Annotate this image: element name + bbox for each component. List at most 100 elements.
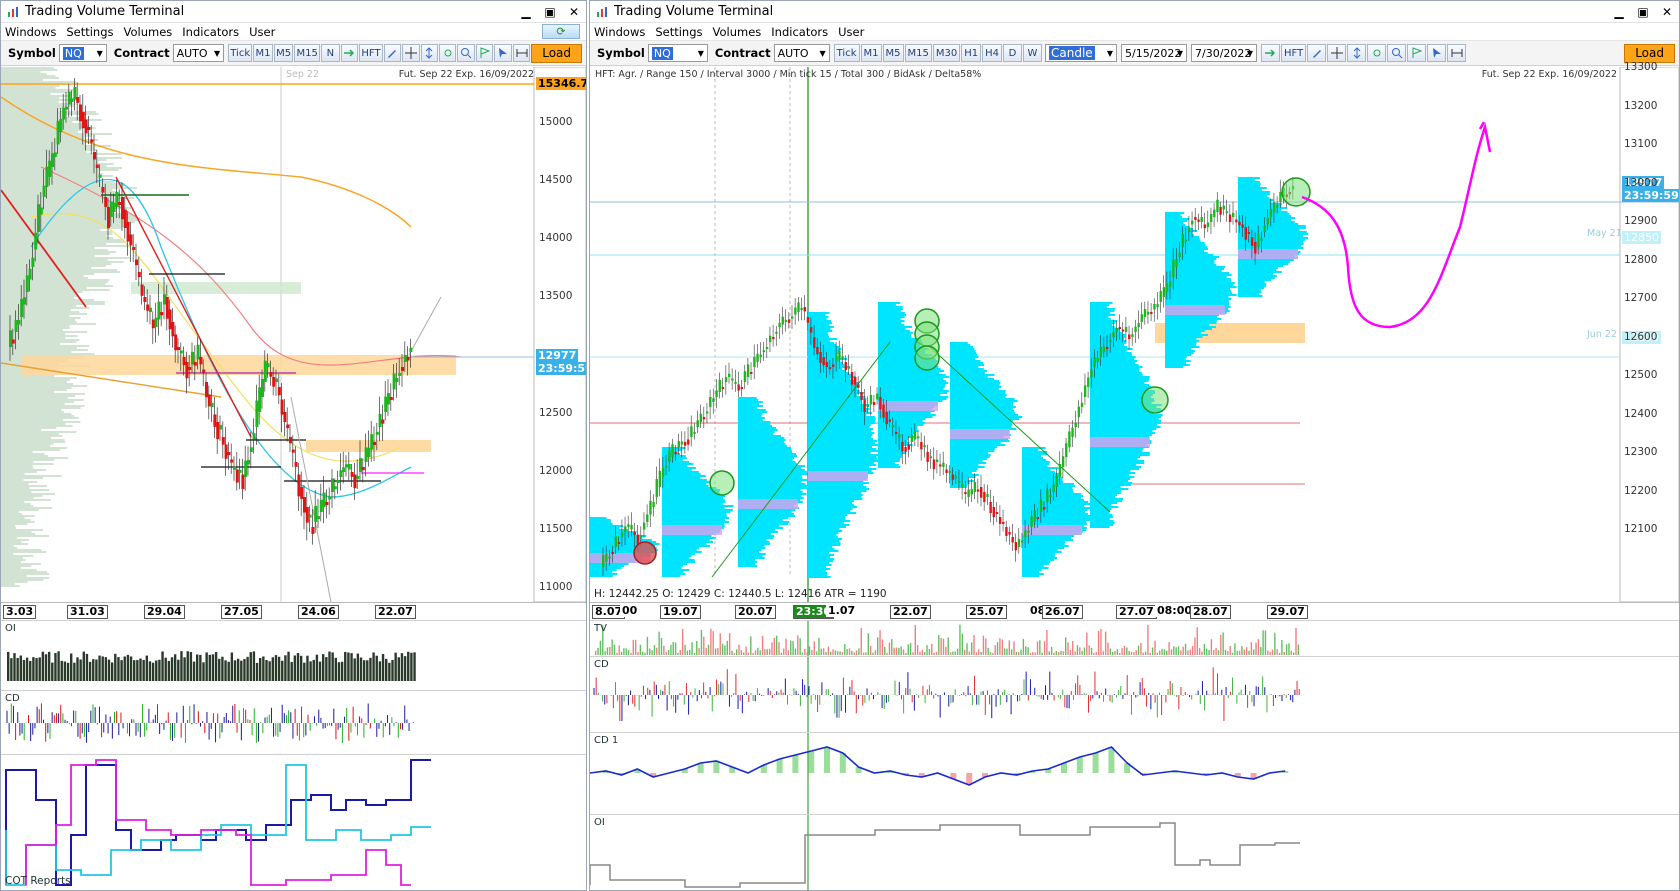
tick-button[interactable]: Tick [228,44,253,62]
right-toolbar: Symbol NQ ▼ Contract AUTO ▼ Tick M1 M5 M15… [590,41,1679,66]
cursor-icon[interactable] [494,44,512,62]
h1-button[interactable]: H1 [961,44,982,62]
m1-button[interactable]: M1 [253,44,273,62]
right-tv-pane[interactable]: TV [590,620,1679,656]
date-label: 29.07 [1267,605,1308,619]
menu-indicators[interactable]: Indicators [182,25,239,39]
center-icon[interactable] [439,44,457,62]
menu-windows[interactable]: Windows [594,25,645,39]
cursor-icon[interactable] [1427,44,1447,62]
range-icon[interactable] [512,44,531,62]
price-tick: 12200 [1624,484,1658,497]
sync-icon[interactable] [340,44,359,62]
menu-settings[interactable]: Settings [655,25,702,39]
m5-button[interactable]: M5 [882,44,904,62]
right-cd-pane[interactable]: CD [590,656,1679,732]
left-menubar: Windows Settings Volumes Indicators User… [1,23,586,41]
pencil-icon[interactable] [383,44,402,62]
pencil-icon[interactable] [1307,44,1327,62]
close-icon[interactable]: ✕ [1655,2,1679,22]
load-button[interactable]: Load [531,43,583,63]
minimize-icon[interactable]: ▁ [514,2,538,22]
flag-icon[interactable] [475,44,494,62]
date-from-select[interactable]: 5/15/2022 ▼ [1121,44,1187,62]
m30-button[interactable]: M30 [932,44,961,62]
price-tick: 12100 [1624,523,1658,535]
crosshair-icon[interactable] [1327,44,1347,62]
menu-user[interactable]: User [249,25,275,39]
maximize-icon[interactable]: ▣ [538,2,562,22]
pane-label-cd: CD [594,659,609,670]
contract-select[interactable]: AUTO ▼ [172,44,225,62]
h4-button[interactable]: H4 [982,44,1002,62]
pane-label-oi: OI [594,817,605,828]
zoom-icon[interactable] [457,44,475,62]
vertical-move-icon[interactable] [1347,44,1367,62]
sync-icon[interactable] [1261,44,1280,62]
countdown-tag: 23:59:59 [1622,189,1679,202]
m15-button[interactable]: M15 [904,44,932,62]
price-tick: 13500 [539,290,573,302]
crosshair-icon[interactable] [402,44,420,62]
price-tick: 11000 [539,581,573,593]
price-tick: 15000 [539,116,573,128]
chart-type-select[interactable]: Candle ▼ [1045,44,1117,62]
pane-label-oi: OI [5,623,16,634]
symbol-label: Symbol [597,46,645,60]
menu-user[interactable]: User [838,25,864,39]
date-label: 24.06 [298,605,339,619]
n-button[interactable]: N [320,44,340,62]
left-price-chart[interactable]: Fut. Sep 22 Exp. 16/09/2022 Sep 22 15346… [1,66,586,603]
close-icon[interactable]: ✕ [562,2,586,22]
left-cd-pane[interactable]: CD [1,690,586,754]
minimize-icon[interactable]: ▁ [1607,2,1631,22]
date-label: 19.07 [660,605,701,619]
menu-volumes[interactable]: Volumes [124,25,173,39]
hft-button[interactable]: HFT [1281,44,1307,62]
zoom-icon[interactable] [1387,44,1407,62]
jun-label: Jun 22 [1587,329,1617,340]
m5-button[interactable]: M5 [273,44,294,62]
refresh-icon[interactable]: ⟳ [542,24,580,39]
price-tick: 12400 [1624,407,1658,420]
left-chart-canvas[interactable] [1,66,586,603]
date-label: 22.07 [375,605,416,619]
menu-windows[interactable]: Windows [5,25,56,39]
date-to-select[interactable]: 7/30/2022 ▼ [1191,44,1257,62]
right-date-axis: 8.07 00 19.07 20.07 23:30 1.07 22.07 25.… [590,602,1679,620]
right-price-chart[interactable]: HFT: Agr. / Range 150 / Interval 3000 / … [590,61,1679,603]
left-terminal-window: Trading Volume Terminal ▁ ▣ ✕ Windows Se… [0,0,587,891]
right-cd1-pane[interactable]: CD 1 [590,732,1679,814]
range-icon[interactable] [1447,44,1467,62]
contract-select[interactable]: AUTO ▼ [773,44,830,62]
price-tick: 14000 [539,232,573,244]
center-icon[interactable] [1367,44,1387,62]
menu-settings[interactable]: Settings [66,25,113,39]
cot-reports-label: COT Reports [5,875,71,887]
symbol-select[interactable]: NQ ▼ [58,44,107,62]
price-tick: 12300 [1624,446,1658,458]
menu-volumes[interactable]: Volumes [713,25,762,39]
pane-label-tv: TV [594,623,607,634]
maximize-icon[interactable]: ▣ [1631,2,1655,22]
right-terminal-window: Trading Volume Terminal ▁ ▣ ✕ Windows Se… [589,0,1680,891]
d-button[interactable]: D [1003,44,1022,62]
flag-icon[interactable] [1407,44,1427,62]
m1-button[interactable]: M1 [860,44,882,62]
left-cot-pane[interactable]: COT Reports [1,754,586,890]
symbol-select[interactable]: NQ ▼ [647,44,708,62]
hft-button[interactable]: HFT [359,44,383,62]
contract-label: Contract [113,46,170,60]
w-button[interactable]: W [1023,44,1042,62]
sep-label: Sep 22 [286,69,320,80]
menu-indicators[interactable]: Indicators [771,25,828,39]
right-oi-pane[interactable]: OI [590,814,1679,890]
contract-label: Contract [714,46,771,60]
price-tick: 13000 [1624,176,1658,189]
load-button[interactable]: Load [1624,43,1675,63]
m15-button[interactable]: M15 [294,44,320,62]
vertical-move-icon[interactable] [420,44,439,62]
right-chart-canvas[interactable] [590,66,1679,603]
left-oi-pane[interactable]: OI [1,620,586,690]
tick-button[interactable]: Tick [833,44,860,62]
